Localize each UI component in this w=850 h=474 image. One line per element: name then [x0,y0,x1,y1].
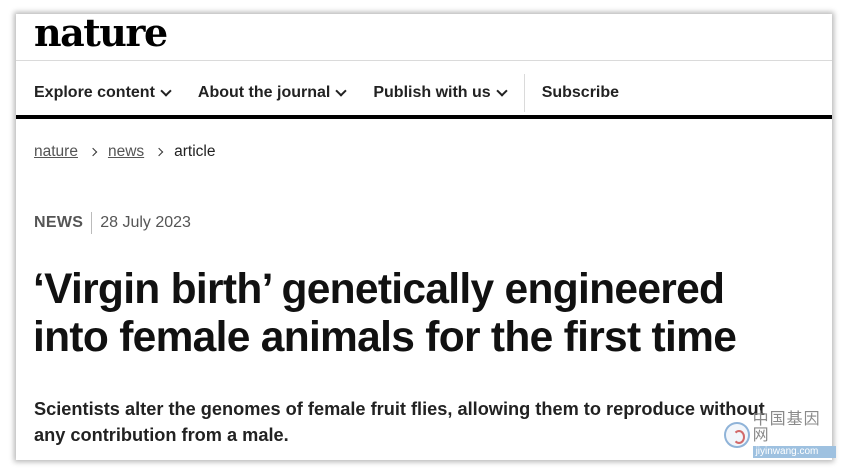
watermark-url: jiyinwang.com [752,446,836,458]
breadcrumb-current: article [174,143,216,160]
article-title-line-2: into female animals for the first time [33,314,737,361]
article-date: 28 July 2023 [100,214,191,231]
chevron-down-icon [335,85,348,97]
chevron-down-icon [160,85,172,97]
article-type: NEWS [34,214,84,231]
nav-publish-with-us-label: Publish with us [373,84,491,101]
nav-about-the-journal-label: About the journal [197,84,331,101]
chevron-right-icon [154,147,164,157]
article-standfirst: Scientists alter the genomes of female f… [34,396,824,448]
dna-seal-icon [724,422,750,448]
nature-logo[interactable]: nature [34,14,168,52]
main-nav: Explore content About the journal Publis… [16,69,832,117]
standfirst-line-2: any contribution from a male. [34,425,289,445]
nav-subscribe[interactable]: Subscribe [542,84,619,102]
page-frame: nature Explore content About the journal… [16,14,832,460]
standfirst-line-1: Scientists alter the genomes of female f… [34,399,765,419]
watermark-text: 中国基因网 jiyinwang.com [752,411,836,458]
watermark: 中国基因网 jiyinwang.com [724,412,836,458]
chevron-down-icon [496,85,508,97]
nav-rule [16,115,832,119]
article-title: ‘Virgin birth’ genetically engineered in… [33,266,832,362]
breadcrumb-link-nature[interactable]: nature [34,143,78,161]
watermark-cn: 中国基因网 [752,411,821,444]
masthead-divider [16,60,832,61]
nav-explore-content[interactable]: Explore content [34,84,172,102]
breadcrumb-link-news[interactable]: news [108,143,144,161]
nav-explore-content-label: Explore content [34,84,155,101]
breadcrumb: nature news article [34,143,216,161]
meta-divider [91,212,93,234]
nav-subscribe-label: Subscribe [541,84,620,101]
chevron-right-icon [88,147,98,157]
nav-divider [523,74,525,112]
nav-about-the-journal[interactable]: About the journal [197,84,348,102]
article-meta: NEWS 28 July 2023 [34,212,191,234]
masthead: nature [34,14,168,52]
nav-publish-with-us[interactable]: Publish with us [373,84,508,102]
article-title-line-1: ‘Virgin birth’ genetically engineered [33,266,725,313]
